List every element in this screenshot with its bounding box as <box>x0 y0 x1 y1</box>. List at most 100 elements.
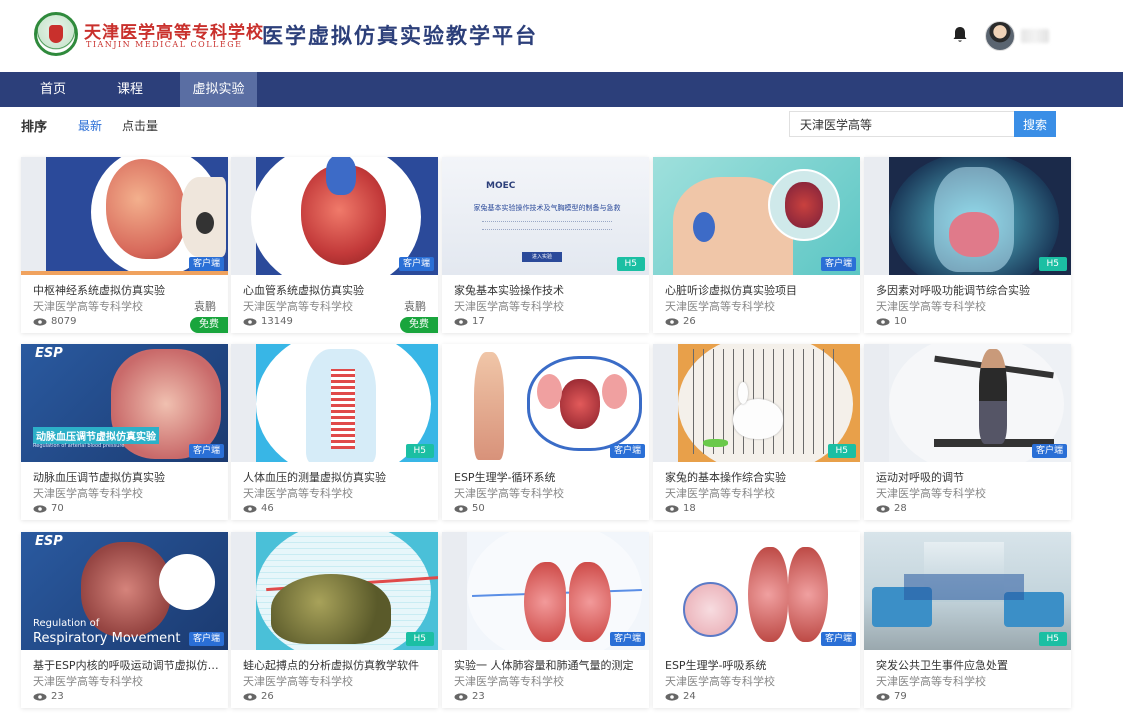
course-card[interactable]: 客户端 实验一 人体肺容量和肺通气量的测定 天津医学高等专科学校 23 <box>442 532 649 708</box>
course-title: ESP生理学-呼吸系统 <box>665 659 767 672</box>
h5-badge: H5 <box>616 257 645 271</box>
view-count: 26 <box>243 691 274 702</box>
course-title: 家兔基本实验操作技术 <box>454 284 564 297</box>
course-school: 天津医学高等专科学校 <box>243 675 353 688</box>
course-school: 天津医学高等专科学校 <box>33 675 143 688</box>
nav-item-home[interactable]: 首页 <box>22 72 84 107</box>
course-title: 蛙心起搏点的分析虚拟仿真教学软件 <box>243 659 419 672</box>
course-thumbnail: 客户端 <box>231 157 438 275</box>
view-count: 46 <box>243 503 274 514</box>
course-title: 中枢神经系统虚拟仿真实验 <box>33 284 165 297</box>
thumb-enter-button: 进入实验 <box>522 252 562 262</box>
course-thumbnail: H5 <box>231 344 438 462</box>
eye-icon <box>876 692 890 701</box>
course-title: 实验一 人体肺容量和肺通气量的测定 <box>454 659 634 672</box>
course-card[interactable]: 客户端 运动对呼吸的调节 天津医学高等专科学校 28 <box>864 344 1071 520</box>
search-button[interactable]: 搜索 <box>1014 111 1056 137</box>
nav-item-virtual-lab[interactable]: 虚拟实验 <box>180 72 257 107</box>
school-logo[interactable] <box>34 12 78 56</box>
eye-icon <box>665 504 679 513</box>
nav-item-courses[interactable]: 课程 <box>100 72 160 107</box>
view-count-value: 10 <box>894 316 907 327</box>
course-card[interactable]: ESP Regulation of Respiratory Movement 客… <box>21 532 228 708</box>
free-badge: 免费 <box>400 317 438 333</box>
course-school: 天津医学高等专科学校 <box>454 675 564 688</box>
view-count: 23 <box>33 691 64 702</box>
course-school: 天津医学高等专科学校 <box>665 675 775 688</box>
avatar[interactable] <box>985 21 1015 51</box>
client-badge: 客户端 <box>188 632 224 646</box>
course-title: 运动对呼吸的调节 <box>876 471 964 484</box>
course-thumbnail: 客户端 <box>864 344 1071 462</box>
course-thumbnail: H5 <box>864 157 1071 275</box>
course-title: ESP生理学-循环系统 <box>454 471 556 484</box>
free-badge: 免费 <box>190 317 228 333</box>
course-card[interactable]: 客户端 ESP生理学-循环系统 天津医学高等专科学校 50 <box>442 344 649 520</box>
course-title: 心血管系统虚拟仿真实验 <box>243 284 364 297</box>
eye-icon <box>243 317 257 326</box>
course-school: 天津医学高等专科学校 <box>243 300 353 313</box>
thumb-title: Regulation of <box>33 618 100 629</box>
view-count-value: 26 <box>683 316 696 327</box>
bell-icon[interactable] <box>952 26 968 44</box>
view-count: 18 <box>665 503 696 514</box>
course-card[interactable]: 客户端 心血管系统虚拟仿真实验 天津医学高等专科学校 袁鹏 13149 免费 <box>231 157 438 333</box>
course-school: 天津医学高等专科学校 <box>243 487 353 500</box>
header: 天津医学高等专科学校 TIANJIN MEDICAL COLLEGE 医学虚拟仿… <box>0 0 1123 72</box>
course-author: 袁鹏 <box>404 300 426 313</box>
thumb-brand: ESP <box>35 534 63 549</box>
course-school: 天津医学高等专科学校 <box>454 300 564 313</box>
course-card[interactable]: 客户端 ESP生理学-呼吸系统 天津医学高等专科学校 24 <box>653 532 860 708</box>
h5-badge: H5 <box>827 444 856 458</box>
view-count-value: 13149 <box>261 316 293 327</box>
view-count: 50 <box>454 503 485 514</box>
eye-icon <box>454 504 468 513</box>
course-card[interactable]: H5 多因素对呼吸功能调节综合实验 天津医学高等专科学校 10 <box>864 157 1071 333</box>
search-input[interactable] <box>789 111 1014 137</box>
course-school: 天津医学高等专科学校 <box>665 300 775 313</box>
view-count-value: 28 <box>894 503 907 514</box>
course-card[interactable]: 客户端 心脏听诊虚拟仿真实验项目 天津医学高等专科学校 26 <box>653 157 860 333</box>
course-card[interactable]: 客户端 中枢神经系统虚拟仿真实验 天津医学高等专科学校 袁鹏 8079 免费 <box>21 157 228 333</box>
thumb-subtitle: Regulation of arterial blood pressure <box>33 443 125 449</box>
course-card[interactable]: MOEC 家兔基本实验操作技术及气胸模型的制备与急救 进入实验 H5 家兔基本实… <box>442 157 649 333</box>
view-count-value: 46 <box>261 503 274 514</box>
thumb-title: 动脉血压调节虚拟仿真实验 <box>33 427 159 444</box>
course-title: 基于ESP内核的呼吸运动调节虚拟仿真实验 <box>33 659 223 672</box>
eye-icon <box>665 692 679 701</box>
view-count-value: 26 <box>261 691 274 702</box>
course-school: 天津医学高等专科学校 <box>33 487 143 500</box>
view-count-value: 24 <box>683 691 696 702</box>
eye-icon <box>33 317 47 326</box>
thumb-brand: MOEC <box>486 181 516 191</box>
eye-icon <box>33 504 47 513</box>
course-thumbnail: 客户端 <box>653 157 860 275</box>
view-count: 70 <box>33 503 64 514</box>
h5-badge: H5 <box>405 444 434 458</box>
sort-clicks[interactable]: 点击量 <box>122 117 158 134</box>
course-thumbnail: H5 <box>864 532 1071 650</box>
course-card[interactable]: H5 突发公共卫生事件应急处置 天津医学高等专科学校 79 <box>864 532 1071 708</box>
eye-icon <box>876 504 890 513</box>
school-name-en: TIANJIN MEDICAL COLLEGE <box>86 40 243 49</box>
view-count: 8079 <box>33 316 76 327</box>
course-thumbnail: 客户端 <box>442 344 649 462</box>
course-card[interactable]: ESP 动脉血压调节虚拟仿真实验 Regulation of arterial … <box>21 344 228 520</box>
course-card[interactable]: H5 人体血压的测量虚拟仿真实验 天津医学高等专科学校 46 <box>231 344 438 520</box>
course-thumbnail: MOEC 家兔基本实验操作技术及气胸模型的制备与急救 进入实验 H5 <box>442 157 649 275</box>
client-badge: 客户端 <box>398 257 434 271</box>
h5-badge: H5 <box>1038 257 1067 271</box>
course-title: 动脉血压调节虚拟仿真实验 <box>33 471 165 484</box>
client-badge: 客户端 <box>188 444 224 458</box>
course-card[interactable]: H5 蛙心起搏点的分析虚拟仿真教学软件 天津医学高等专科学校 26 <box>231 532 438 708</box>
course-thumbnail: 客户端 <box>21 157 228 275</box>
course-school: 天津医学高等专科学校 <box>665 487 775 500</box>
course-thumbnail: 客户端 <box>442 532 649 650</box>
course-title: 多因素对呼吸功能调节综合实验 <box>876 284 1030 297</box>
client-badge: 客户端 <box>1031 444 1067 458</box>
course-card[interactable]: H5 家兔的基本操作综合实验 天津医学高等专科学校 18 <box>653 344 860 520</box>
username[interactable] <box>1021 29 1049 43</box>
view-count-value: 8079 <box>51 316 77 327</box>
sort-newest[interactable]: 最新 <box>78 117 102 134</box>
platform-title: 医学虚拟仿真实验教学平台 <box>262 23 538 48</box>
